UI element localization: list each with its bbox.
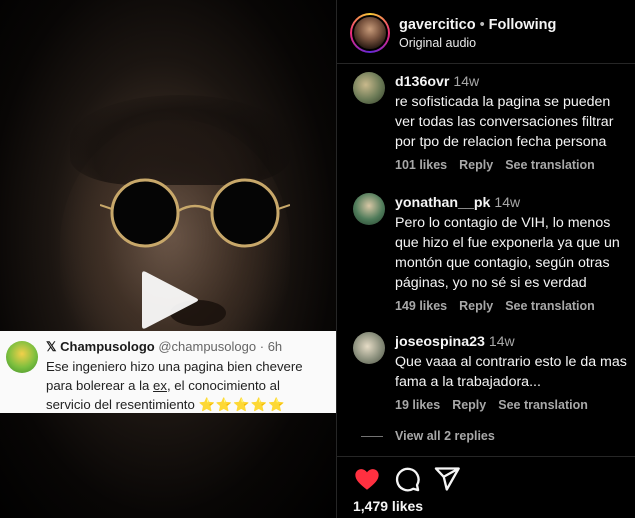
- comment-likes[interactable]: 101 likes: [395, 158, 447, 172]
- video-hair: [70, 95, 290, 185]
- comment-text-line: Que vaaa al contrario esto le da mas: [395, 354, 627, 370]
- comment-text-line: re sofisticada la pagina se pueden: [395, 94, 611, 110]
- comment-text-line: páginas, yo no sé si es verdad: [395, 275, 587, 291]
- view-replies-button[interactable]: View all 2 replies: [361, 429, 495, 443]
- author-avatar[interactable]: [350, 13, 390, 53]
- comment-text-line: ver todas las conversaciones filtrar: [395, 114, 614, 130]
- author-line: gavercitico • Following: [399, 17, 557, 33]
- video-player[interactable]: 𝕏 Champusologo @champusologo · 6h Ese in…: [0, 0, 336, 518]
- tweet-text: Ese ingeniero hizo una pagina bien cheve…: [46, 357, 326, 414]
- tweet-handle: @champusologo: [158, 339, 257, 354]
- see-translation-button[interactable]: See translation: [505, 158, 595, 172]
- see-translation-button[interactable]: See translation: [498, 398, 588, 412]
- following-button[interactable]: Following: [489, 17, 557, 33]
- commenter-avatar[interactable]: [353, 72, 385, 104]
- tweet-avatar: [6, 341, 38, 373]
- tweet-line-3: servicio del resentimiento ⭐⭐⭐⭐⭐: [46, 397, 286, 412]
- tweet-line-1: Ese ingeniero hizo una pagina bien cheve…: [46, 359, 303, 374]
- star-rating: ⭐⭐⭐⭐⭐: [198, 397, 286, 412]
- commenter-username[interactable]: d136ovr: [395, 74, 449, 90]
- comment-likes[interactable]: 149 likes: [395, 299, 447, 313]
- see-translation-button[interactable]: See translation: [505, 299, 595, 313]
- comment-text-line: fama a la trabajadora...: [395, 374, 541, 390]
- tweet-author-name: Champusologo: [60, 339, 155, 354]
- tweet-header: 𝕏 Champusologo @champusologo · 6h: [46, 339, 283, 354]
- commenter-avatar[interactable]: [353, 193, 385, 225]
- play-icon[interactable]: [136, 268, 200, 332]
- commenter-username[interactable]: joseospina23: [395, 334, 485, 350]
- reply-button[interactable]: Reply: [459, 158, 493, 172]
- comment-likes[interactable]: 19 likes: [395, 398, 440, 412]
- comment-item: yonathan__pk 14w Pero lo contagio de VIH,…: [337, 192, 635, 313]
- author-username[interactable]: gavercitico: [399, 17, 476, 33]
- commenter-username[interactable]: yonathan__pk: [395, 195, 490, 211]
- heart-filled-icon[interactable]: [353, 465, 381, 493]
- audio-label[interactable]: Original audio: [399, 36, 476, 50]
- post-actions: 1,479 likes: [337, 456, 635, 518]
- sunglasses-graphic: [100, 178, 290, 248]
- tweet-line-2: para bolerear a la ex, el conocimiento a…: [46, 378, 280, 393]
- commenter-avatar[interactable]: [353, 332, 385, 364]
- comment-icon[interactable]: [393, 465, 421, 493]
- comment-item: joseospina23 14w Que vaaa al contrario es…: [337, 331, 635, 412]
- comment-item: d136ovr 14w re sofisticada la pagina se p…: [337, 71, 635, 172]
- comment-text-line: que hizo el fue exponerla ya que un: [395, 235, 620, 251]
- comment-time: 14w: [494, 194, 521, 210]
- share-icon[interactable]: [433, 465, 461, 493]
- comments-list[interactable]: d136ovr 14w re sofisticada la pagina se p…: [337, 64, 635, 456]
- post-header: gavercitico • Following Original audio: [337, 0, 635, 64]
- comment-time: 14w: [453, 73, 480, 89]
- comment-text-line: Pero lo contagio de VIH, lo menos: [395, 215, 611, 231]
- tweet-time: 6h: [267, 339, 283, 354]
- comment-time: 14w: [488, 333, 515, 349]
- reply-button[interactable]: Reply: [452, 398, 486, 412]
- post-panel: gavercitico • Following Original audio d13…: [336, 0, 635, 518]
- comment-text-line: por tpo de relacion fecha persona: [395, 134, 607, 150]
- x-logo-icon: 𝕏: [46, 339, 57, 354]
- tweet-overlay: 𝕏 Champusologo @champusologo · 6h Ese in…: [0, 331, 336, 413]
- comment-text-line: montón que contagio, según otras: [395, 255, 610, 271]
- reply-button[interactable]: Reply: [459, 299, 493, 313]
- likes-count[interactable]: 1,479 likes: [353, 498, 423, 514]
